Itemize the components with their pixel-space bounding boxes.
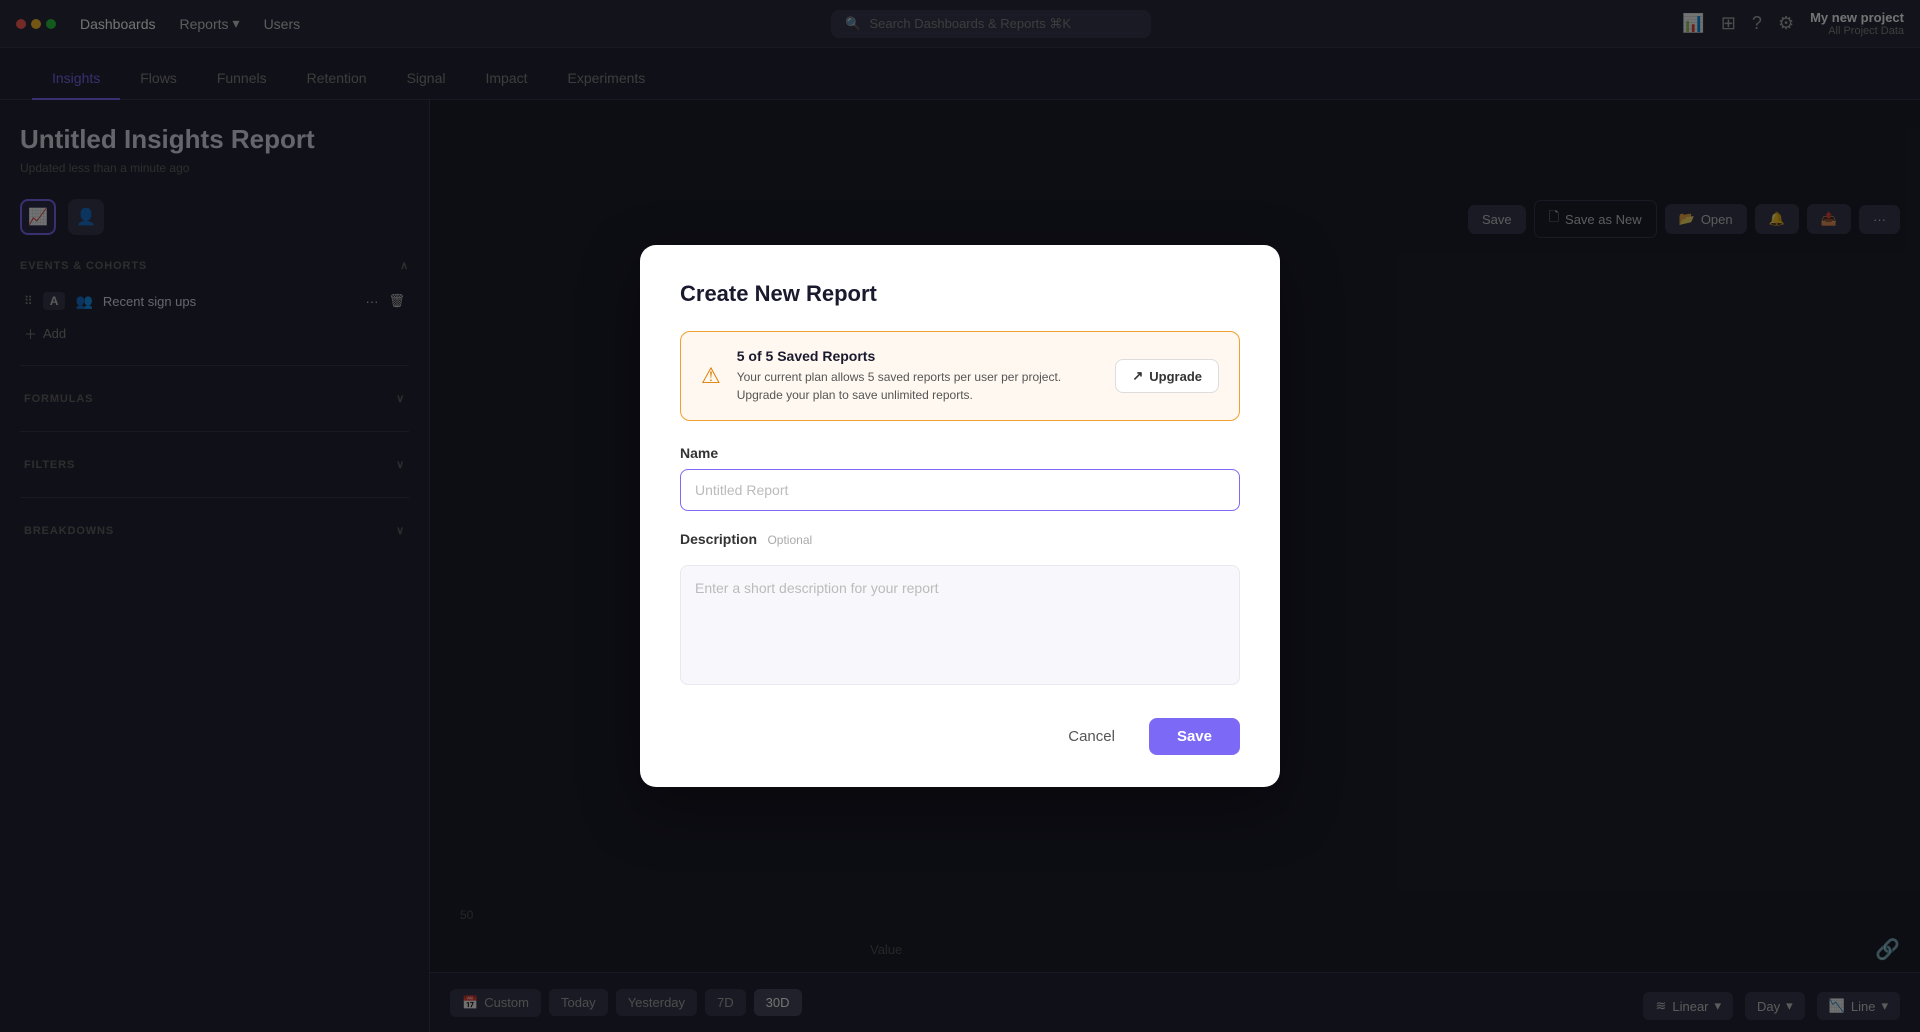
modal-overlay: Create New Report ⚠ 5 of 5 Saved Reports… [0, 0, 1920, 1032]
description-label-row: Description Optional [680, 531, 1240, 549]
description-label: Description [680, 531, 757, 547]
optional-label: Optional [767, 533, 812, 547]
modal-footer: Cancel Save [680, 718, 1240, 755]
save-report-button[interactable]: Save [1149, 718, 1240, 755]
name-label: Name [680, 445, 1240, 461]
report-description-input[interactable] [680, 565, 1240, 685]
create-report-modal: Create New Report ⚠ 5 of 5 Saved Reports… [640, 245, 1280, 787]
warning-description: Your current plan allows 5 saved reports… [737, 368, 1100, 404]
warning-title: 5 of 5 Saved Reports [737, 348, 1100, 364]
warning-box: ⚠ 5 of 5 Saved Reports Your current plan… [680, 331, 1240, 421]
report-name-input[interactable] [680, 469, 1240, 511]
upgrade-button[interactable]: ↗ Upgrade [1115, 359, 1219, 393]
cancel-button[interactable]: Cancel [1046, 718, 1137, 755]
warning-icon: ⚠ [701, 363, 721, 389]
warning-text: 5 of 5 Saved Reports Your current plan a… [737, 348, 1100, 404]
external-link-icon: ↗ [1132, 368, 1143, 384]
modal-title: Create New Report [680, 281, 1240, 307]
